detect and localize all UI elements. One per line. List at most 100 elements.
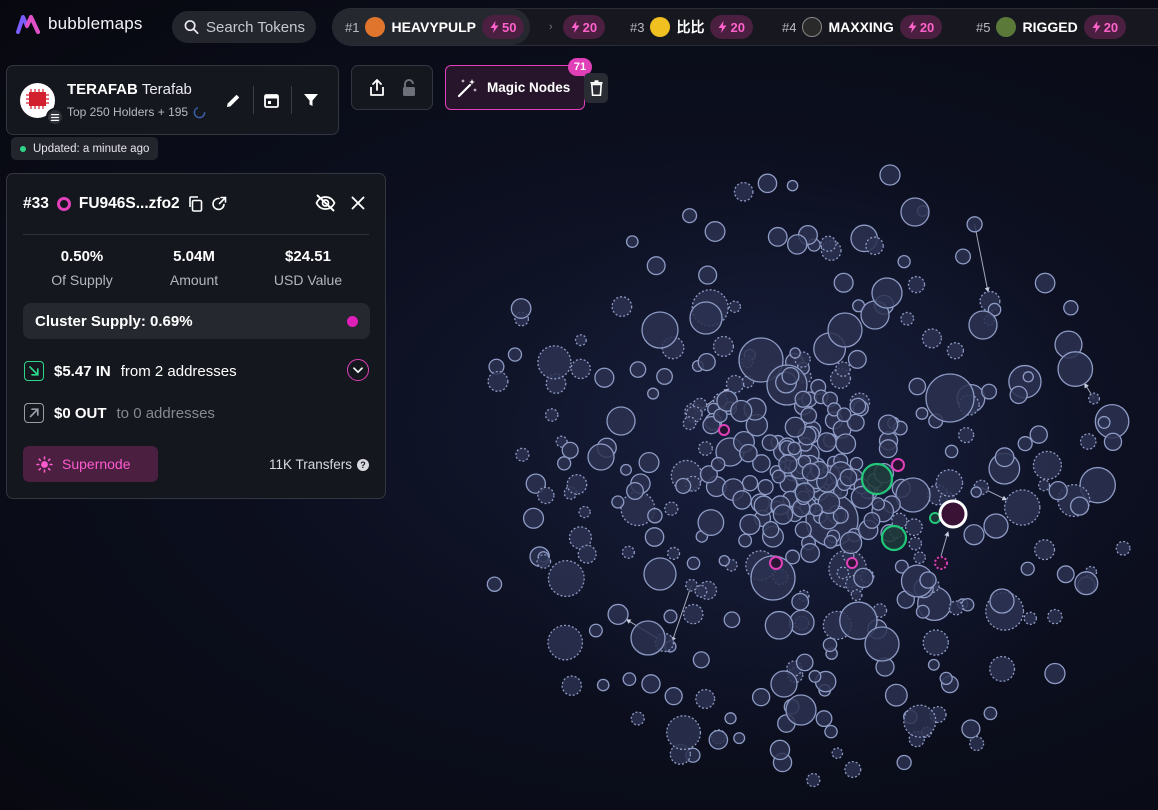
holder-bubble[interactable] [544, 408, 559, 422]
holder-bubble[interactable] [686, 556, 701, 571]
hide-address-button[interactable] [315, 194, 336, 212]
holder-bubble[interactable] [800, 543, 821, 563]
holder-bubble[interactable] [989, 655, 1016, 682]
holder-bubble[interactable] [847, 349, 867, 369]
filter-button[interactable] [299, 88, 323, 112]
holder-bubble[interactable] [785, 694, 817, 726]
holder-bubble[interactable] [698, 441, 713, 456]
holder-bubble[interactable] [794, 521, 812, 539]
holder-bubble[interactable] [921, 328, 943, 349]
holder-bubble[interactable] [839, 468, 858, 487]
holder-bubble[interactable] [718, 554, 731, 567]
holder-bubble[interactable] [789, 609, 815, 636]
holder-bubble[interactable] [664, 501, 679, 516]
holder-bubble[interactable] [761, 434, 779, 452]
holder-bubble[interactable] [607, 603, 629, 626]
holder-bubble[interactable] [919, 571, 937, 589]
holder-bubble[interactable] [871, 277, 903, 309]
holder-bubble[interactable] [641, 674, 661, 694]
holder-bubble[interactable] [574, 334, 587, 347]
share-button[interactable] [368, 78, 386, 98]
holder-bubble[interactable] [685, 578, 698, 592]
holder-bubble[interactable] [969, 736, 985, 752]
holder-bubble[interactable] [946, 342, 965, 360]
holder-bubble[interactable] [983, 706, 998, 721]
holder-bubble[interactable] [757, 479, 774, 496]
holder-bubble[interactable] [784, 416, 806, 438]
holder-bubble[interactable] [1074, 571, 1099, 596]
holder-bubble[interactable] [823, 535, 838, 549]
holder-bubble[interactable] [896, 754, 912, 771]
holder-bubble[interactable] [915, 407, 929, 420]
holder-bubble[interactable] [833, 272, 854, 293]
holder-bubble[interactable] [778, 454, 798, 474]
trending-item-1[interactable]: #1 HEAVYPULP 50 [333, 9, 531, 45]
holder-bubble[interactable] [983, 513, 1009, 539]
holder-bubble[interactable] [664, 686, 683, 706]
holder-bubble[interactable] [1056, 565, 1075, 584]
holder-bubble[interactable] [757, 173, 778, 194]
holder-bubble[interactable] [884, 683, 908, 707]
holder-bubble[interactable] [1032, 450, 1063, 480]
holder-bubble[interactable] [510, 298, 532, 319]
holder-bubble[interactable] [536, 554, 552, 569]
holder-bubble[interactable] [764, 610, 794, 640]
search-input[interactable] [206, 18, 316, 36]
holder-bubble[interactable] [849, 397, 867, 415]
holder-bubble[interactable] [697, 352, 716, 372]
open-external-button[interactable] [211, 196, 227, 212]
holder-bubble[interactable] [1103, 432, 1123, 452]
holder-bubble[interactable] [844, 760, 862, 779]
holder-bubble[interactable] [487, 370, 509, 392]
holder-bubble[interactable] [927, 658, 940, 671]
holder-bubble[interactable] [1020, 561, 1035, 576]
holder-bubble[interactable] [879, 164, 901, 186]
edit-button[interactable] [221, 88, 245, 112]
holder-bubble[interactable] [794, 390, 812, 408]
holder-bubble[interactable] [733, 181, 754, 202]
holder-bubble[interactable] [570, 358, 591, 380]
holder-bubble[interactable] [507, 347, 523, 362]
holder-bubble[interactable] [625, 235, 639, 248]
magic-nodes-button[interactable]: Magic Nodes 71 [445, 58, 592, 110]
holder-bubble[interactable] [801, 462, 820, 482]
trending-item-2[interactable]: › 20 [549, 9, 606, 45]
holder-bubble[interactable] [981, 383, 998, 400]
holder-bubble[interactable] [815, 710, 833, 728]
holder-bubble[interactable] [850, 589, 863, 602]
holder-bubble[interactable] [561, 675, 583, 696]
trending-item-4[interactable]: #4 MAXXING 20 [782, 9, 943, 45]
holder-bubble[interactable] [682, 603, 704, 625]
holder-bubble[interactable] [725, 374, 745, 394]
holder-bubble[interactable] [647, 387, 660, 400]
holder-bubble[interactable] [1037, 479, 1051, 492]
holder-bubble[interactable] [666, 546, 681, 560]
holder-bubble[interactable] [697, 509, 725, 536]
holder-bubble[interactable] [948, 600, 964, 616]
holder-bubble[interactable] [878, 439, 898, 459]
holder-bubble[interactable] [820, 235, 837, 253]
holder-bubble[interactable] [1034, 272, 1056, 294]
holder-bubble[interactable] [781, 366, 800, 386]
holder-bubble[interactable] [1048, 480, 1068, 501]
holder-bubble[interactable] [682, 208, 698, 224]
holder-bubble[interactable] [824, 724, 838, 739]
holder-bubble[interactable] [836, 566, 850, 580]
holder-bubble[interactable] [808, 669, 822, 683]
holder-bubble[interactable] [816, 432, 837, 453]
highlighted-bubble[interactable] [860, 462, 894, 496]
holder-bubble[interactable] [723, 611, 741, 629]
address-text[interactable]: FU946S...zfo2 [79, 195, 180, 213]
lock-button[interactable] [401, 78, 417, 98]
holder-bubble[interactable] [877, 414, 899, 435]
holder-bubble[interactable] [606, 406, 636, 436]
holder-bubble[interactable] [646, 256, 666, 276]
holder-bubble[interactable] [547, 560, 585, 598]
holder-bubble[interactable] [621, 545, 636, 559]
holder-bubble[interactable] [728, 300, 742, 313]
holder-bubble[interactable] [712, 335, 735, 357]
holder-bubble[interactable] [905, 518, 923, 537]
holder-bubble[interactable] [724, 712, 737, 725]
holder-bubble[interactable] [913, 551, 927, 564]
holder-bubble[interactable] [958, 427, 975, 444]
